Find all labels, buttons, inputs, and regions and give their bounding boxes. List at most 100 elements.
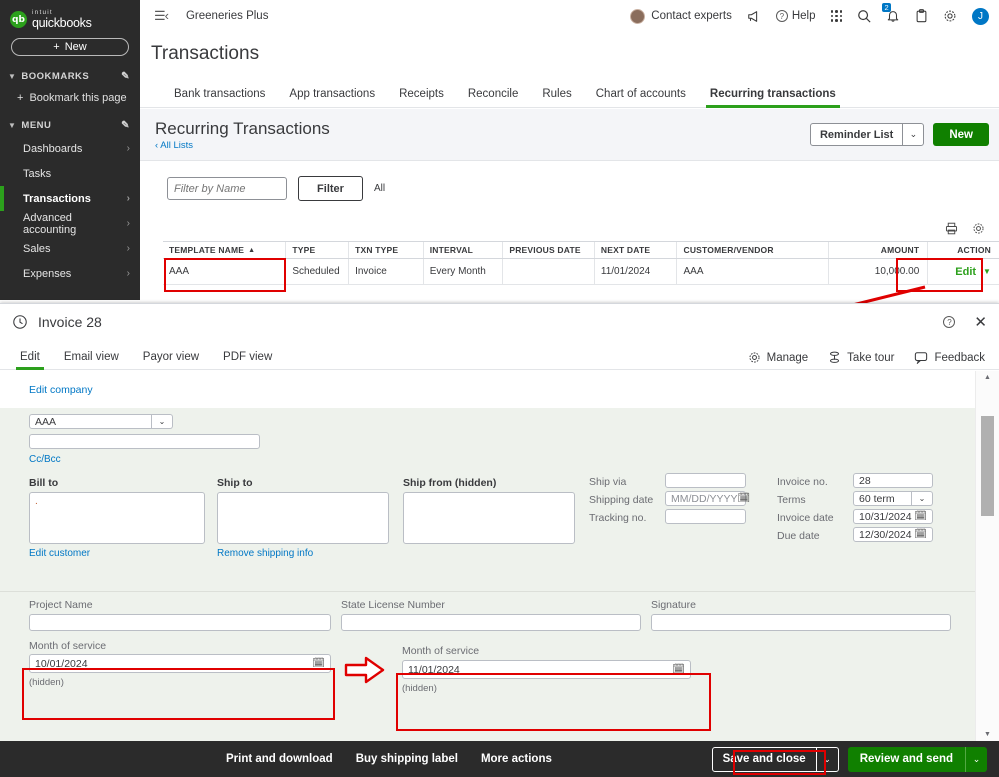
- buy-shipping-label-button[interactable]: Buy shipping label: [356, 753, 458, 765]
- email-field[interactable]: [29, 434, 260, 449]
- sidebar-item-tasks[interactable]: Tasks: [0, 161, 140, 186]
- filter-button[interactable]: Filter: [298, 176, 363, 201]
- month-of-service-input-before[interactable]: 10/01/2024 🗓: [29, 654, 331, 673]
- contact-experts-button[interactable]: Contact experts: [630, 8, 732, 24]
- chevron-down-icon[interactable]: ▼: [983, 267, 991, 276]
- scrollbar-thumb[interactable]: [981, 416, 994, 516]
- manage-button[interactable]: Manage: [748, 351, 808, 364]
- column-header-txn-type[interactable]: TXN TYPE: [348, 242, 423, 258]
- tab-reconcile[interactable]: Reconcile: [456, 88, 531, 107]
- filter-by-name-input[interactable]: [167, 177, 287, 200]
- history-clock-icon[interactable]: [12, 314, 28, 330]
- edit-pencil-icon[interactable]: ✎: [121, 71, 130, 82]
- column-header-amount[interactable]: AMOUNT: [827, 242, 928, 258]
- column-header-interval[interactable]: INTERVAL: [422, 242, 503, 258]
- sidebar-item-expenses[interactable]: Expenses ›: [0, 261, 140, 286]
- tab-chart-of-accounts[interactable]: Chart of accounts: [584, 88, 698, 107]
- help-question-icon[interactable]: ?: [943, 316, 956, 328]
- state-license-input[interactable]: [341, 614, 641, 631]
- tab-edit[interactable]: Edit: [8, 351, 52, 370]
- chevron-down-icon[interactable]: ⌄: [902, 124, 923, 145]
- remove-shipping-info-link[interactable]: Remove shipping info: [217, 548, 313, 559]
- calendar-icon[interactable]: 🗓: [914, 511, 927, 522]
- all-filter-label[interactable]: All: [374, 183, 385, 194]
- table-row[interactable]: AAA Scheduled Invoice Every Month 11/01/…: [163, 259, 999, 285]
- terms-input[interactable]: [853, 491, 912, 506]
- sidebar-item-transactions[interactable]: Transactions ›: [0, 186, 140, 211]
- take-tour-button[interactable]: Take tour: [828, 351, 894, 364]
- megaphone-icon[interactable]: [747, 10, 761, 23]
- sidebar-item-dashboards[interactable]: Dashboards ›: [0, 136, 140, 161]
- notifications-bell-icon[interactable]: 2: [882, 3, 900, 23]
- invoice-scrollbar[interactable]: ▲ ▼: [975, 371, 999, 741]
- tab-app-transactions[interactable]: App transactions: [277, 88, 387, 107]
- feedback-button[interactable]: Feedback: [914, 351, 985, 364]
- tab-receipts[interactable]: Receipts: [387, 88, 456, 107]
- all-lists-back-link[interactable]: ‹ All Lists: [155, 140, 330, 151]
- help-button[interactable]: ? Help: [775, 10, 816, 22]
- tab-recurring-transactions[interactable]: Recurring transactions: [698, 88, 848, 108]
- column-header-previous-date[interactable]: PREVIOUS DATE: [502, 242, 594, 258]
- terms-select[interactable]: ⌄: [853, 491, 933, 506]
- gear-icon[interactable]: [943, 9, 957, 23]
- user-avatar[interactable]: J: [972, 7, 989, 25]
- ship-from-textarea[interactable]: [403, 492, 575, 544]
- calendar-icon[interactable]: 🗓: [738, 493, 751, 504]
- column-header-next-date[interactable]: NEXT DATE: [593, 242, 677, 258]
- close-icon[interactable]: ✕: [974, 313, 987, 331]
- tab-bank-transactions[interactable]: Bank transactions: [162, 88, 277, 107]
- calendar-icon[interactable]: 🗓: [914, 529, 927, 540]
- scroll-down-arrow-icon[interactable]: ▼: [976, 731, 999, 738]
- column-header-type[interactable]: TYPE: [285, 242, 348, 258]
- more-actions-button[interactable]: More actions: [481, 753, 552, 765]
- print-icon[interactable]: [945, 222, 958, 235]
- invoice-no-input[interactable]: [853, 473, 933, 488]
- due-date-input[interactable]: 12/30/2024 🗓: [853, 527, 933, 542]
- tab-email-view[interactable]: Email view: [52, 351, 131, 369]
- settings-gear-icon[interactable]: [972, 222, 985, 235]
- new-recurring-button[interactable]: New: [933, 123, 989, 146]
- customer-select[interactable]: ⌄: [29, 414, 173, 429]
- bookmark-this-page[interactable]: + Bookmark this page: [0, 87, 140, 108]
- edit-pencil-icon[interactable]: ✎: [121, 120, 130, 131]
- print-and-download-button[interactable]: Print and download: [226, 753, 333, 765]
- scroll-up-arrow-icon[interactable]: ▲: [976, 374, 999, 381]
- chevron-down-icon[interactable]: ⌄: [152, 414, 173, 429]
- tab-payor-view[interactable]: Payor view: [131, 351, 211, 369]
- calendar-icon[interactable]: 🗓: [312, 658, 325, 669]
- edit-customer-link[interactable]: Edit customer: [29, 548, 90, 559]
- reminder-list-button[interactable]: Reminder List ⌄: [809, 123, 925, 146]
- bookmarks-section-header[interactable]: ▼ BOOKMARKS ✎: [0, 65, 140, 87]
- project-name-input[interactable]: [29, 614, 331, 631]
- signature-input[interactable]: [651, 614, 951, 631]
- new-button[interactable]: + New: [11, 38, 129, 56]
- menu-section-header[interactable]: ▼ MENU ✎: [0, 114, 140, 136]
- chevron-down-icon[interactable]: ⌄: [815, 747, 838, 771]
- bill-to-textarea[interactable]: .: [29, 492, 205, 544]
- invoice-date-input[interactable]: 10/31/2024 🗓: [853, 509, 933, 524]
- chevron-down-icon[interactable]: ⌄: [912, 491, 933, 506]
- chevron-down-icon[interactable]: ⌄: [965, 746, 987, 772]
- calendar-icon[interactable]: 🗓: [672, 664, 685, 675]
- shipping-date-input[interactable]: MM/DD/YYYY 🗓: [665, 491, 750, 506]
- tab-pdf-view[interactable]: PDF view: [211, 351, 284, 369]
- column-header-customer-vendor[interactable]: CUSTOMER/VENDOR: [676, 242, 827, 258]
- brand-logo[interactable]: qb intuit quickbooks: [0, 0, 140, 29]
- sidebar-item-advanced-accounting[interactable]: Advanced accounting ›: [0, 211, 140, 236]
- clipboard-icon[interactable]: [915, 9, 928, 23]
- save-and-close-button[interactable]: Save and close ⌄: [711, 746, 839, 772]
- search-icon[interactable]: [857, 9, 871, 23]
- apps-grid-icon[interactable]: [830, 10, 842, 22]
- hamburger-menu-icon[interactable]: ☰‹: [154, 8, 169, 24]
- ship-via-input[interactable]: [665, 473, 746, 488]
- customer-input[interactable]: [29, 414, 152, 429]
- review-and-send-button[interactable]: Review and send ⌄: [847, 746, 987, 772]
- edit-company-link[interactable]: Edit company: [0, 371, 975, 396]
- month-of-service-input-after[interactable]: 11/01/2024 🗓: [402, 660, 691, 679]
- sidebar-item-sales[interactable]: Sales ›: [0, 236, 140, 261]
- cc-bcc-link[interactable]: Cc/Bcc: [29, 454, 61, 465]
- tracking-no-input[interactable]: [665, 509, 746, 524]
- column-header-template-name[interactable]: TEMPLATE NAME ▲: [163, 242, 285, 258]
- edit-link[interactable]: Edit: [955, 266, 976, 278]
- tab-rules[interactable]: Rules: [530, 88, 583, 107]
